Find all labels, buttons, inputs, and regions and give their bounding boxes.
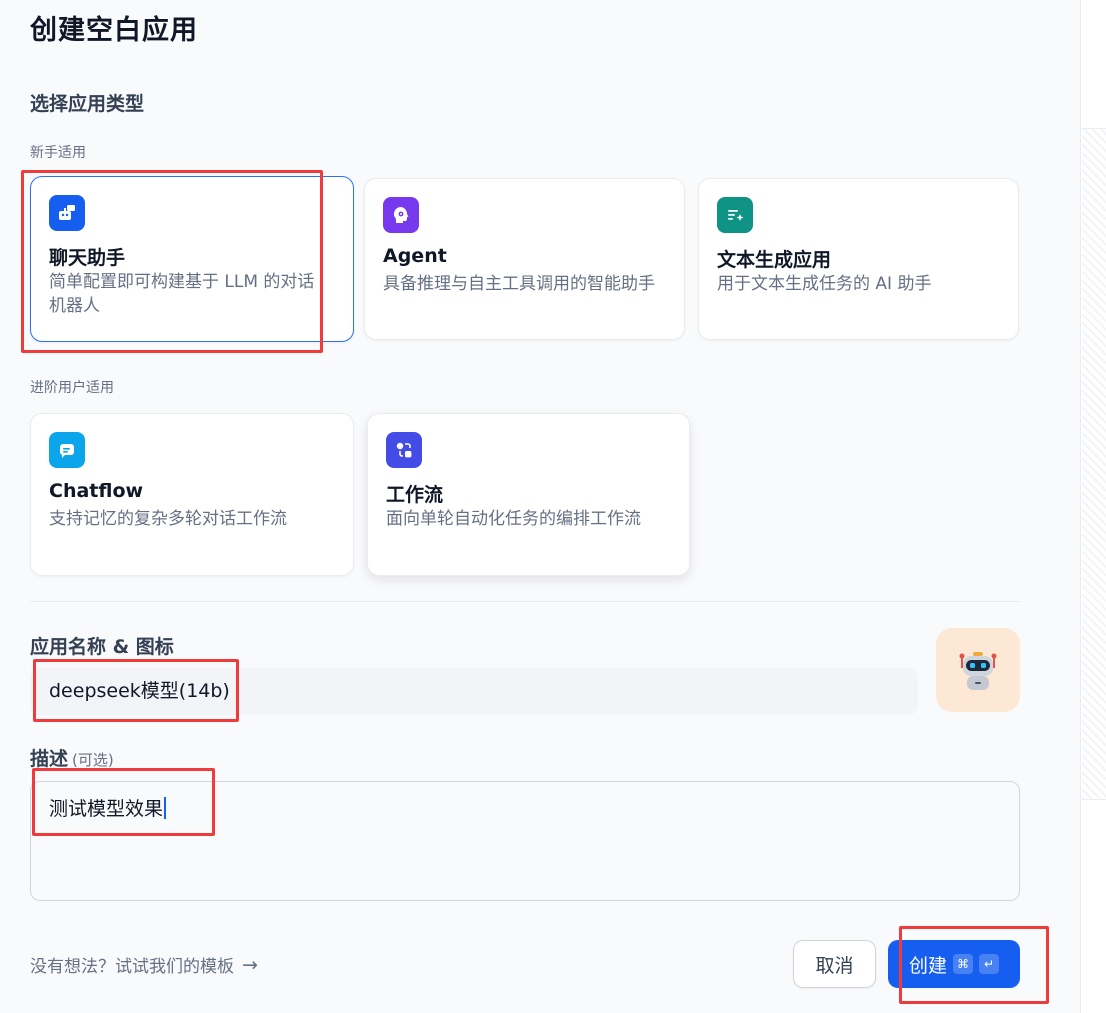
agent-brain-icon: [383, 197, 419, 233]
app-type-desc: 支持记忆的复杂多轮对话工作流: [49, 509, 287, 529]
app-type-name: 聊天助手: [49, 247, 126, 269]
robot-chat-icon: [49, 195, 85, 231]
app-type-card-chat-assistant[interactable]: 聊天助手 简单配置即可构建基于 LLM 的对话机器人: [30, 176, 354, 342]
app-name-input[interactable]: [30, 668, 918, 715]
advanced-group-label: 进阶用户适用: [30, 380, 114, 396]
description-label: 描述 (可选): [30, 744, 114, 771]
create-button[interactable]: 创建 ⌘ ↵: [888, 940, 1020, 988]
description-value: 测试模型效果: [49, 798, 164, 820]
workflow-icon: [386, 432, 422, 468]
create-app-dialog: 创建空白应用 选择应用类型 新手适用 聊天助手 简单配置即可构建基于 LLM 的…: [0, 0, 1080, 1013]
create-button-label: 创建: [908, 954, 947, 977]
optional-hint: (可选): [72, 751, 114, 769]
app-type-name: Chatflow: [49, 480, 144, 502]
divider: [30, 601, 1020, 602]
robot-avatar-icon[interactable]: [936, 628, 1020, 712]
side-panel-scroll-area: [1082, 128, 1106, 800]
app-type-card-chatflow[interactable]: Chatflow 支持记忆的复杂多轮对话工作流: [30, 413, 354, 576]
app-type-desc: 用于文本生成任务的 AI 助手: [717, 274, 932, 294]
chatflow-icon: [49, 432, 85, 468]
app-type-name: 工作流: [386, 484, 444, 506]
dialog-title: 创建空白应用: [30, 15, 198, 46]
description-label-text: 描述: [30, 748, 69, 770]
template-link[interactable]: 没有想法？试试我们的模板 →: [30, 952, 258, 978]
text-generate-icon: [717, 197, 753, 233]
command-key-icon: ⌘: [953, 954, 973, 974]
template-link-text: 没有想法？试试我们的模板: [30, 957, 234, 977]
app-type-card-agent[interactable]: Agent 具备推理与自主工具调用的智能助手: [364, 178, 685, 340]
enter-key-icon: ↵: [979, 954, 999, 974]
app-type-card-text-generator[interactable]: 文本生成应用 用于文本生成任务的 AI 助手: [698, 178, 1019, 340]
app-type-name: Agent: [383, 245, 447, 267]
app-type-section-title: 选择应用类型: [30, 93, 145, 115]
text-caret: [164, 797, 166, 819]
arrow-right-icon: →: [242, 953, 258, 976]
app-type-desc: 具备推理与自主工具调用的智能助手: [383, 274, 655, 294]
beginner-group-label: 新手适用: [30, 145, 86, 161]
app-type-desc: 面向单轮自动化任务的编排工作流: [386, 509, 641, 529]
description-textarea[interactable]: 测试模型效果: [30, 781, 1020, 901]
app-type-desc: 简单配置即可构建基于 LLM 的对话机器人: [49, 272, 315, 316]
app-name-label: 应用名称 & 图标: [30, 636, 174, 658]
app-type-name: 文本生成应用: [717, 249, 832, 271]
app-type-card-workflow[interactable]: 工作流 面向单轮自动化任务的编排工作流: [367, 413, 690, 576]
cancel-button[interactable]: 取消: [793, 940, 876, 988]
